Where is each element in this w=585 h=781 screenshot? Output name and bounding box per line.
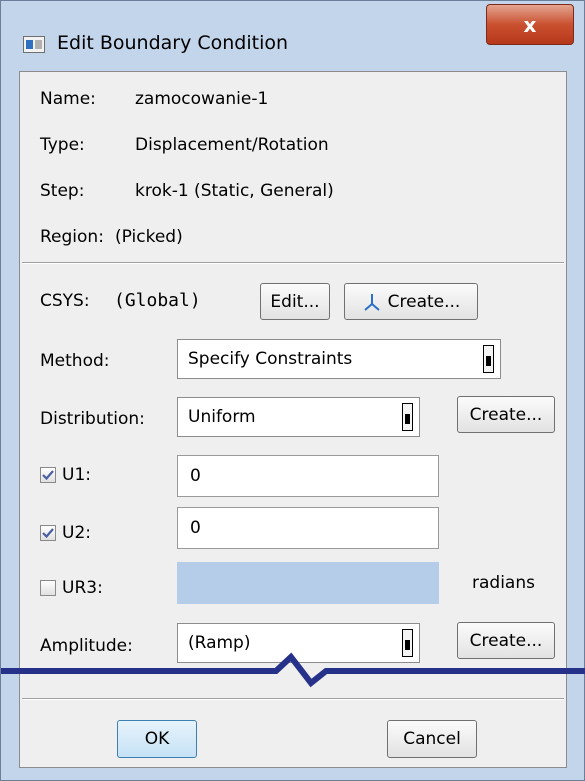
step-label: Step: xyxy=(40,181,85,201)
close-button[interactable]: x xyxy=(486,4,574,45)
window-title: Edit Boundary Condition xyxy=(57,32,289,54)
region-value: (Picked) xyxy=(115,227,183,247)
chevron-down-icon xyxy=(483,345,494,373)
separator xyxy=(22,698,564,700)
ok-button[interactable]: OK xyxy=(117,720,197,758)
u2-label: U2: xyxy=(62,523,91,543)
break-line xyxy=(1,652,585,688)
csys-value: (Global) xyxy=(114,290,201,311)
window-app-icon xyxy=(23,36,45,53)
ur3-label: UR3: xyxy=(62,578,103,598)
ur3-unit: radians xyxy=(472,573,535,593)
step-value: krok-1 (Static, General) xyxy=(135,181,334,201)
type-label: Type: xyxy=(40,135,85,155)
ur3-checkbox[interactable] xyxy=(40,580,56,596)
csys-create-label: Create... xyxy=(387,291,461,312)
distribution-create-button[interactable]: Create... xyxy=(457,396,555,433)
amplitude-value: (Ramp) xyxy=(188,633,251,653)
name-value: zamocowanie-1 xyxy=(135,89,269,109)
u1-value: 0 xyxy=(190,466,201,486)
region-label: Region: xyxy=(40,227,104,247)
name-label: Name: xyxy=(40,89,96,109)
edit-boundary-condition-dialog: Edit Boundary Condition x Name: zamocowa… xyxy=(0,0,585,781)
csys-label: CSYS: xyxy=(40,291,90,311)
separator xyxy=(22,262,564,264)
u2-value: 0 xyxy=(190,518,201,538)
chevron-down-icon xyxy=(402,403,413,431)
distribution-label: Distribution: xyxy=(40,409,145,429)
close-icon: x xyxy=(523,12,537,37)
method-dropdown[interactable]: Specify Constraints xyxy=(177,339,501,379)
distribution-dropdown[interactable]: Uniform xyxy=(177,397,420,437)
u2-checkbox[interactable] xyxy=(40,525,56,541)
method-value: Specify Constraints xyxy=(188,349,353,369)
checkmark-icon xyxy=(42,528,54,539)
u1-input[interactable]: 0 xyxy=(177,455,439,497)
checkmark-icon xyxy=(42,470,54,481)
cancel-button[interactable]: Cancel xyxy=(387,720,477,758)
u1-label: U1: xyxy=(62,465,91,485)
ur3-input[interactable] xyxy=(177,562,439,604)
csys-create-button[interactable]: Create... xyxy=(344,283,478,320)
u1-checkbox[interactable] xyxy=(40,467,56,483)
title-bar[interactable]: Edit Boundary Condition x xyxy=(1,1,584,71)
method-label: Method: xyxy=(40,351,110,371)
csys-edit-button[interactable]: Edit... xyxy=(260,283,330,320)
axis-triad-icon xyxy=(362,292,382,312)
distribution-value: Uniform xyxy=(188,407,256,427)
type-value: Displacement/Rotation xyxy=(135,135,329,155)
u2-input[interactable]: 0 xyxy=(177,507,439,549)
